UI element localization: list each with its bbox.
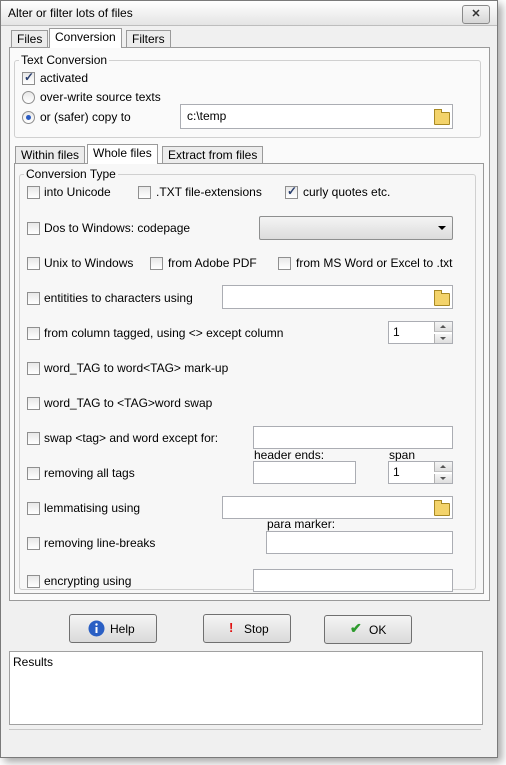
alter-filter-window: Alter or filter lots of files ✕ Files Co…: [0, 0, 498, 758]
conversion-type-legend: Conversion Type: [24, 167, 118, 181]
entities-file-input[interactable]: [222, 285, 453, 309]
from-ms-word-checkbox[interactable]: [278, 257, 291, 270]
activated-checkbox[interactable]: [22, 70, 35, 85]
spin-down-icon[interactable]: [434, 334, 452, 343]
removing-tags-checkbox[interactable]: [27, 467, 40, 480]
para-marker-input[interactable]: [266, 531, 453, 554]
from-adobe-pdf-label: from Adobe PDF: [168, 256, 257, 270]
removing-linebreaks-label: removing line-breaks: [44, 536, 156, 550]
results-label: Results: [13, 655, 54, 669]
span-label: span: [389, 448, 416, 462]
removing-tags-label: removing all tags: [44, 466, 135, 480]
word-tag-swap-label: word_TAG to <TAG>word swap: [44, 396, 213, 410]
stop-button[interactable]: ! Stop: [203, 614, 291, 643]
from-adobe-pdf-checkbox[interactable]: [150, 257, 163, 270]
column-tagged-checkbox[interactable]: [27, 327, 40, 340]
header-ends-label: header ends:: [254, 448, 325, 462]
word-tag-markup-label: word_TAG to word<TAG> mark-up: [44, 361, 229, 375]
swap-tag-label: swap <tag> and word except for:: [44, 431, 219, 445]
tab-conversion[interactable]: Conversion: [49, 28, 122, 48]
close-button[interactable]: ✕: [462, 5, 490, 24]
tab-within-files[interactable]: Within files: [15, 146, 86, 164]
lemmatising-checkbox[interactable]: [27, 502, 40, 515]
tab-filters[interactable]: Filters: [126, 30, 171, 48]
from-ms-word-label: from MS Word or Excel to .txt: [296, 256, 453, 270]
spin-up-icon[interactable]: [434, 322, 452, 332]
txt-extensions-checkbox[interactable]: [138, 186, 151, 199]
overwrite-radio[interactable]: [22, 91, 35, 104]
swap-tag-checkbox[interactable]: [27, 432, 40, 445]
encrypting-label: encrypting using: [44, 574, 132, 588]
activated-label: activated: [40, 71, 89, 85]
into-unicode-label: into Unicode: [44, 185, 111, 199]
tab-whole-files[interactable]: Whole files: [87, 144, 158, 164]
copy-to-label: or (safer) copy to: [40, 110, 131, 124]
lemmatising-label: lemmatising using: [44, 501, 141, 515]
word-tag-swap-checkbox[interactable]: [27, 397, 40, 410]
unix-to-windows-label: Unix to Windows: [44, 256, 134, 270]
spin-up-icon[interactable]: [434, 462, 452, 472]
status-bar: [9, 729, 481, 746]
swap-except-input[interactable]: [253, 426, 453, 449]
column-tagged-label: from column tagged, using <> except colu…: [44, 326, 284, 340]
text-conversion-legend: Text Conversion: [19, 53, 110, 67]
curly-quotes-label: curly quotes etc.: [303, 185, 391, 199]
stop-icon: !: [229, 620, 234, 635]
chevron-down-icon: [438, 226, 446, 230]
word-tag-markup-checkbox[interactable]: [27, 362, 40, 375]
header-ends-input[interactable]: [253, 461, 356, 484]
checkmark-icon: ✔: [350, 620, 362, 636]
codepage-dropdown[interactable]: [259, 216, 453, 240]
txt-extensions-label: .TXT file-extensions: [156, 185, 262, 199]
help-button[interactable]: Help: [69, 614, 157, 643]
tab-extract-from-files[interactable]: Extract from files: [162, 146, 264, 164]
copy-path-input[interactable]: c:\temp: [180, 104, 453, 129]
dos-to-windows-checkbox[interactable]: [27, 222, 40, 235]
except-column-stepper[interactable]: 1: [388, 321, 453, 344]
para-marker-label: para marker:: [267, 517, 336, 531]
encrypting-input[interactable]: [253, 569, 453, 592]
encrypting-checkbox[interactable]: [27, 575, 40, 588]
dos-to-windows-label: Dos to Windows: codepage: [44, 221, 191, 235]
overwrite-label: over-write source texts: [40, 90, 161, 104]
results-area[interactable]: Results: [9, 651, 483, 725]
entities-label: entitities to characters using: [44, 291, 193, 305]
curly-quotes-checkbox[interactable]: [285, 184, 298, 199]
removing-linebreaks-checkbox[interactable]: [27, 537, 40, 550]
title-bar: Alter or filter lots of files ✕: [1, 1, 497, 26]
close-icon: ✕: [471, 8, 481, 20]
folder-icon[interactable]: [434, 109, 450, 125]
info-icon: [88, 620, 105, 637]
folder-icon[interactable]: [434, 290, 450, 306]
entities-checkbox[interactable]: [27, 292, 40, 305]
window-title: Alter or filter lots of files: [8, 6, 133, 20]
span-stepper[interactable]: 1: [388, 461, 453, 484]
into-unicode-checkbox[interactable]: [27, 186, 40, 199]
lemmatising-file-input[interactable]: [222, 496, 453, 519]
copy-to-radio[interactable]: [22, 111, 35, 124]
ok-button[interactable]: ✔ OK: [324, 615, 412, 644]
unix-to-windows-checkbox[interactable]: [27, 257, 40, 270]
tab-files[interactable]: Files: [11, 30, 49, 48]
spin-down-icon[interactable]: [434, 474, 452, 483]
folder-icon[interactable]: [434, 500, 450, 516]
